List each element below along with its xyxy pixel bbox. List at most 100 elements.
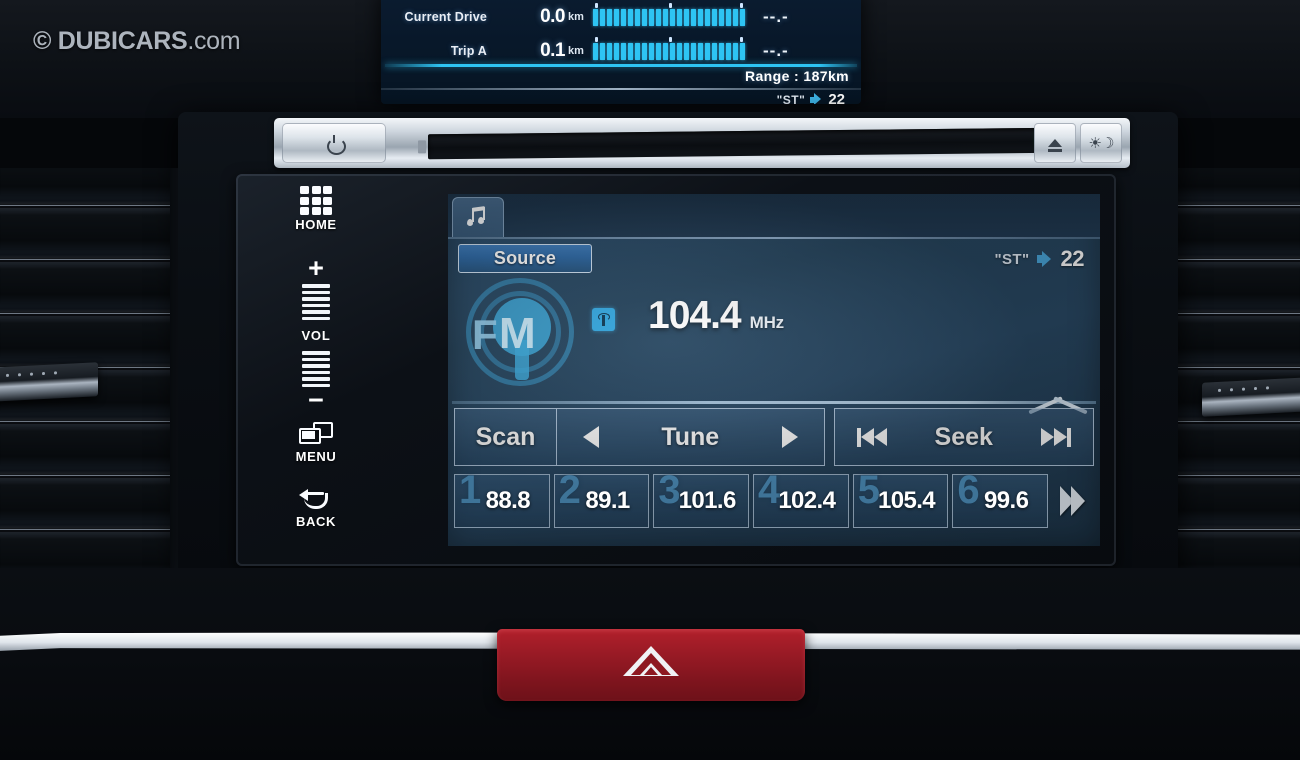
preset-button-2[interactable]: 2 89.1 [553,470,650,528]
trip-a-value: 0.1 [540,40,565,61]
tuner-control-row: Scan Tune Seek [454,408,1094,466]
volume-up-button[interactable]: + [308,255,324,282]
tune-control[interactable]: Tune [556,408,825,466]
preset-button-3[interactable]: 3 101.6 [653,470,750,528]
screenshot-root: Current Drive 0.0 km --.- Trip A 0.1 km … [0,0,1300,760]
preset-frequency: 102.4 [778,487,836,514]
bargauge-segments [593,41,746,61]
range-label: Range : [744,68,800,84]
watermark-brand: DUBICARS [57,27,188,55]
skip-back-icon[interactable] [856,427,887,447]
air-vent-knob-left[interactable] [0,362,98,402]
head-unit-top-bar: ☀☽ [274,118,1130,168]
cluster-status-area: "ST" 22 [777,91,845,104]
skip-forward-icon[interactable] [1040,427,1071,447]
frequency-unit: MHz [749,313,785,332]
triangle-left-icon[interactable] [583,426,599,448]
preset-button-1[interactable]: 1 88.8 [454,470,550,528]
cluster-row-trip-a: Trip A 0.1 km --.- [381,34,861,68]
trip-a-label: Trip A [450,44,487,58]
preset-button-6[interactable]: 6 99.6 [952,470,1049,528]
trip-a-aux: --.- [763,41,789,60]
screen-status-area: "ST" 22 [994,246,1085,272]
seek-control[interactable]: Seek [833,408,1094,466]
lcd-screen: Source "ST" 22 F M 104.4 MHz Scan Tune S… [448,194,1100,546]
preset-button-5[interactable]: 5 105.4 [852,470,949,528]
preset-next-page-button[interactable] [1052,474,1094,528]
screen-bezel: HOME + VOL − MENU BACK Source "ST" 22 F … [236,174,1116,566]
tune-label: Tune [661,422,720,451]
range-readout: Range : 187km [745,68,849,84]
trip-a-bargauge [593,37,746,61]
tab-audio[interactable] [452,197,504,237]
preset-button-4[interactable]: 4 102.4 [753,470,849,528]
volume-down-button[interactable]: − [308,387,324,414]
frequency-display: 104.4 MHz [648,294,784,338]
preset-row: 1 88.8 2 89.1 3 101.6 4 102.4 5 105.4 6 … [454,470,1094,528]
cluster-volume-value: 22 [828,91,845,104]
current-drive-value: 0.0 [540,6,565,27]
preset-frequency: 88.8 [485,487,531,514]
copyright-symbol: © [33,27,52,55]
power-button[interactable] [282,123,386,163]
fm-band-logo: F M [466,278,574,386]
hard-key-column: HOME + VOL − MENU BACK [270,186,362,554]
back-button[interactable]: BACK [270,488,362,529]
volume-label: VOL [301,328,331,343]
scan-button[interactable]: Scan [454,408,556,466]
screen-separator [452,401,1096,404]
cluster-horizontal-rule [381,88,861,90]
watermark-domain: .com [187,27,241,55]
instrument-cluster: Current Drive 0.0 km --.- Trip A 0.1 km … [381,0,861,104]
tab-strip [448,194,1100,239]
cluster-stereo-indicator: "ST" [776,92,806,105]
volume-control[interactable]: + VOL − [270,255,362,414]
eject-icon [1048,139,1062,152]
brightness-icon: ☀☽ [1088,134,1115,152]
music-note-icon [467,205,489,229]
preset-frequency: 101.6 [678,487,737,514]
home-button[interactable]: HOME [270,186,362,232]
eject-button[interactable] [1034,123,1076,163]
bargauge-ticks [593,3,745,8]
bargauge-segments [593,7,746,27]
hazard-button[interactable] [497,629,805,701]
seek-label: Seek [934,422,993,451]
triangle-right-icon[interactable] [781,426,798,448]
volume-bars-lower-icon [302,351,330,387]
preset-frequency: 105.4 [877,487,936,514]
chevron-up-icon[interactable] [1026,380,1090,402]
cd-slot-nub [418,140,426,154]
head-unit: ☀☽ HOME + VOL − MENU BACK Source "ST" 22… [178,112,1178,582]
air-vent-left [0,168,196,568]
menu-button[interactable]: MENU [270,422,362,464]
double-chevron-right-icon [1060,486,1086,516]
preset-frequency: 89.1 [585,487,630,514]
fm-logo-f: F [472,311,498,358]
current-drive-label: Current Drive [404,10,487,24]
speaker-icon [1036,250,1054,268]
current-drive-unit: km [568,11,584,23]
frequency-value: 104.4 [648,294,742,337]
menu-icon [299,422,333,446]
menu-button-label: MENU [295,449,337,464]
preset-frequency: 99.6 [984,487,1029,514]
power-icon [326,134,346,155]
air-vent-knob-right[interactable] [1202,377,1300,417]
trip-a-unit: km [568,45,584,57]
fm-logo-m: M [499,309,536,358]
tab-strip-underline [448,237,1100,239]
source-button[interactable]: Source [458,244,592,273]
back-button-label: BACK [296,514,336,529]
volume-stack: + VOL − [270,255,362,414]
cluster-divider [385,64,857,67]
radio-tower-icon [592,308,615,331]
stereo-indicator: "ST" [994,250,1030,268]
cd-slot[interactable] [418,127,1058,160]
volume-value: 22 [1060,246,1085,271]
brightness-button[interactable]: ☀☽ [1080,123,1122,163]
volume-bars-upper-icon [302,284,330,320]
grid-icon [300,186,332,215]
back-arrow-icon [299,488,333,512]
bargauge-ticks [593,37,745,42]
